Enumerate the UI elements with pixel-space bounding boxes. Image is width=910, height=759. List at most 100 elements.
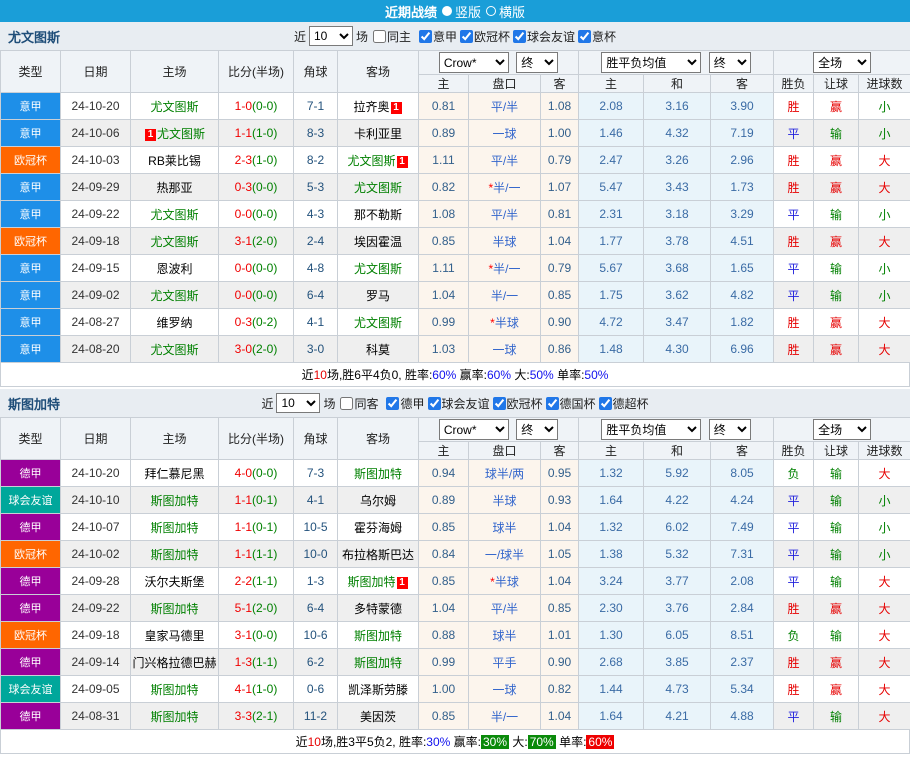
away-team[interactable]: 尤文图斯	[338, 255, 419, 282]
away-team[interactable]: 美因茨	[338, 703, 419, 730]
fulltime-score: 3-0	[235, 342, 252, 356]
layout-option-horizontal[interactable]: 横版	[486, 2, 525, 21]
match-count-select[interactable]: 10	[276, 393, 320, 413]
scope-select[interactable]: 全场	[813, 419, 871, 440]
home-team[interactable]: 斯图加特	[131, 703, 219, 730]
same-venue-filter[interactable]: 同客	[340, 395, 378, 412]
scope-select[interactable]: 全场	[813, 52, 871, 73]
league-checkbox[interactable]	[513, 30, 526, 43]
score-cell: 2-3(1-0)	[219, 147, 294, 174]
home-team[interactable]: 斯图加特	[131, 514, 219, 541]
handicap: *半球	[469, 568, 541, 595]
league-checkbox[interactable]	[493, 397, 506, 410]
mean-final-select[interactable]: 终	[709, 419, 751, 440]
home-odds: 1.03	[419, 336, 469, 363]
fulltime-score: 2-2	[235, 574, 252, 588]
league-checkbox[interactable]	[428, 397, 441, 410]
home-team[interactable]: RB莱比锡	[131, 147, 219, 174]
away-team[interactable]: 斯图加特	[338, 622, 419, 649]
league-filter-item[interactable]: 德甲	[386, 395, 424, 412]
league-checkbox[interactable]	[546, 397, 559, 410]
away-team[interactable]: 乌尔姆	[338, 487, 419, 514]
home-team[interactable]: 恩波利	[131, 255, 219, 282]
home-team[interactable]: 拜仁慕尼黑	[131, 460, 219, 487]
home-team[interactable]: 沃尔夫斯堡	[131, 568, 219, 595]
home-team[interactable]: 尤文图斯	[131, 93, 219, 120]
score-cell: 5-1(2-0)	[219, 595, 294, 622]
league-filter-item[interactable]: 意甲	[419, 28, 457, 45]
same-venue-filter[interactable]: 同主	[373, 28, 411, 45]
handicap-result: 赢	[814, 595, 859, 622]
handicap-label: 平/半	[491, 602, 518, 616]
league-filter-item[interactable]: 欧冠杯	[460, 28, 510, 45]
home-team[interactable]: 斯图加特	[131, 676, 219, 703]
home-team[interactable]: 尤文图斯	[131, 201, 219, 228]
home-team[interactable]: 维罗纳	[131, 309, 219, 336]
league-checkbox[interactable]	[578, 30, 591, 43]
mean-home: 2.31	[579, 201, 644, 228]
away-team[interactable]: 多特蒙德	[338, 595, 419, 622]
home-team[interactable]: 门兴格拉德巴赫	[131, 649, 219, 676]
away-team[interactable]: 尤文图斯	[338, 309, 419, 336]
mean-type-select[interactable]: 胜平负均值	[601, 52, 701, 73]
away-team[interactable]: 布拉格斯巴达	[338, 541, 419, 568]
match-count-select[interactable]: 10	[309, 26, 353, 46]
away-team[interactable]: 拉齐奥1	[338, 93, 419, 120]
away-team[interactable]: 那不勒斯	[338, 201, 419, 228]
away-team[interactable]: 斯图加特	[338, 460, 419, 487]
home-team[interactable]: 斯图加特	[131, 487, 219, 514]
home-team[interactable]: 斯图加特	[131, 595, 219, 622]
away-team[interactable]: 尤文图斯	[338, 174, 419, 201]
halftime-score: (2-1)	[252, 709, 277, 723]
league-checkbox[interactable]	[419, 30, 432, 43]
league-filter-item[interactable]: 欧冠杯	[493, 395, 543, 412]
match-row: 德甲24-09-14门兴格拉德巴赫1-3(1-1)6-2斯图加特0.99平手0.…	[1, 649, 910, 676]
league-badge: 欧冠杯	[1, 147, 61, 174]
same-venue-checkbox[interactable]	[373, 30, 386, 43]
same-venue-checkbox[interactable]	[340, 397, 353, 410]
away-team[interactable]: 斯图加特1	[338, 568, 419, 595]
away-team[interactable]: 斯图加特	[338, 649, 419, 676]
league-filter-item[interactable]: 球会友谊	[513, 28, 575, 45]
mean-away: 4.82	[711, 282, 774, 309]
away-team[interactable]: 尤文图斯1	[338, 147, 419, 174]
home-team[interactable]: 斯图加特	[131, 541, 219, 568]
away-team[interactable]: 科莫	[338, 336, 419, 363]
corner-score: 10-0	[294, 541, 338, 568]
home-team[interactable]: 尤文图斯	[131, 282, 219, 309]
away-team[interactable]: 罗马	[338, 282, 419, 309]
odds-final-select[interactable]: 终	[516, 52, 558, 73]
handicap: 半球	[469, 487, 541, 514]
layout-option-vertical[interactable]: 竖版	[442, 2, 481, 21]
away-team[interactable]: 卡利亚里	[338, 120, 419, 147]
goals-result: 大	[859, 174, 910, 201]
league-filter-item[interactable]: 意杯	[578, 28, 616, 45]
league-checkbox[interactable]	[386, 397, 399, 410]
mean-draw: 3.76	[644, 595, 711, 622]
home-team[interactable]: 1尤文图斯	[131, 120, 219, 147]
odds-final-select[interactable]: 终	[516, 419, 558, 440]
away-odds: 0.85	[541, 595, 579, 622]
league-badge: 德甲	[1, 514, 61, 541]
handicap-label: 一球	[492, 127, 516, 141]
fulltime-score: 0-3	[235, 180, 252, 194]
league-checkbox[interactable]	[460, 30, 473, 43]
mean-away: 1.65	[711, 255, 774, 282]
home-team[interactable]: 热那亚	[131, 174, 219, 201]
league-filter-item[interactable]: 德超杯	[599, 395, 649, 412]
home-team[interactable]: 皇家马德里	[131, 622, 219, 649]
league-checkbox[interactable]	[599, 397, 612, 410]
mean-final-select[interactable]: 终	[709, 52, 751, 73]
odds-source-select[interactable]: Crow*	[439, 52, 509, 73]
home-team[interactable]: 尤文图斯	[131, 228, 219, 255]
col-header-type: 类型	[1, 51, 61, 93]
mean-type-select[interactable]: 胜平负均值	[601, 419, 701, 440]
away-team[interactable]: 霍芬海姆	[338, 514, 419, 541]
league-filter-item[interactable]: 德国杯	[546, 395, 596, 412]
away-team[interactable]: 凯泽斯劳滕	[338, 676, 419, 703]
league-filter-item[interactable]: 球会友谊	[428, 395, 490, 412]
away-odds: 0.82	[541, 676, 579, 703]
away-team[interactable]: 埃因霍温	[338, 228, 419, 255]
odds-source-select[interactable]: Crow*	[439, 419, 509, 440]
home-team[interactable]: 尤文图斯	[131, 336, 219, 363]
